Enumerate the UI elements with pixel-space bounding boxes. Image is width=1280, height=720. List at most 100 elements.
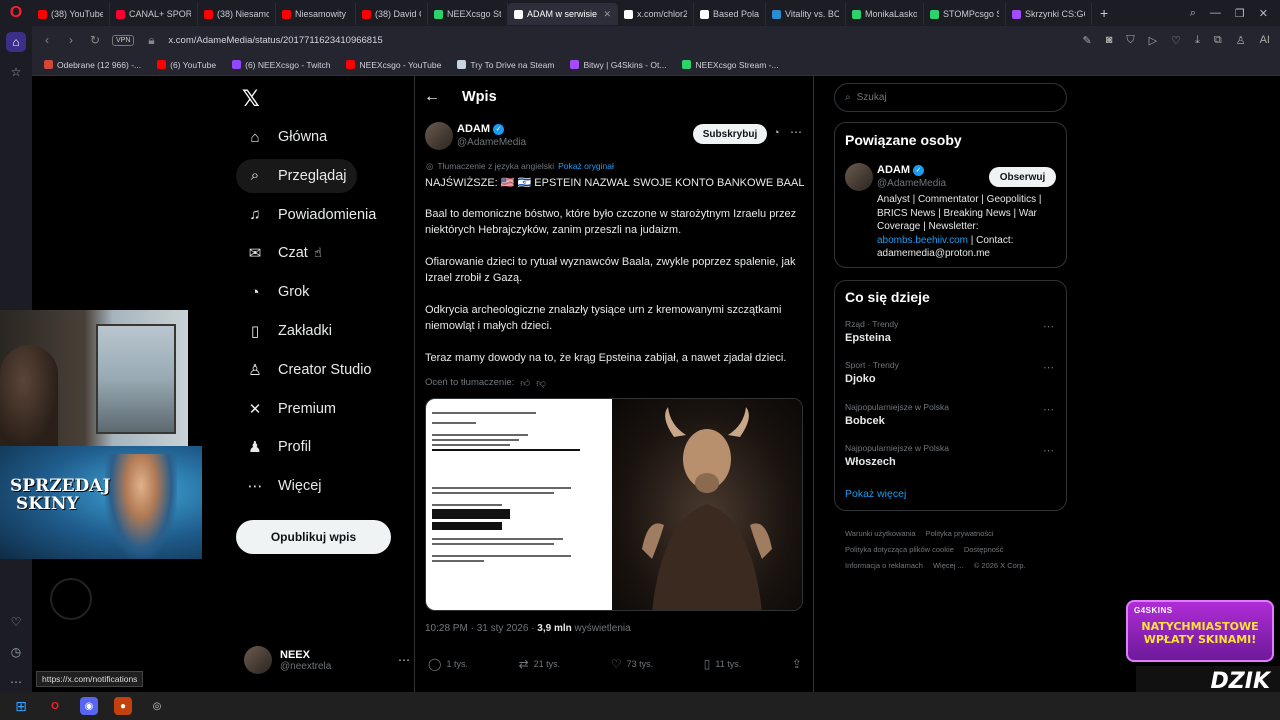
trend-name[interactable]: Włoszech [845,456,896,468]
like-button[interactable]: ♡ 73 tys. [611,657,653,671]
nav-item-bookmark[interactable]: ▯ Zakładki [236,314,342,348]
opera-taskbar-icon[interactable]: O [46,697,64,715]
bookmark-item[interactable]: Odebrane (12 966) -... [44,60,141,70]
trend-name[interactable]: Djoko [845,373,876,385]
related-avatar[interactable] [845,163,873,191]
more-icon[interactable]: ⋯ [398,653,410,667]
more-icon[interactable]: ⋯ [1043,320,1054,333]
nav-item-mail[interactable]: ✉ Czat [236,236,318,270]
more-icon[interactable]: ⋯ [1043,444,1054,457]
post-button[interactable]: Opublikuj wpis [236,520,391,554]
browser-tab[interactable]: (38) YouTube [32,3,110,25]
nav-item-more-circle[interactable]: ⋯ Więcej [236,469,332,503]
related-handle[interactable]: @AdameMedia [877,178,946,189]
shield-icon[interactable]: ⛉ [1126,34,1134,47]
nav-item-x-premium[interactable]: ✕ Premium [236,392,346,426]
nav-item-home[interactable]: ⌂ Główna [236,120,337,154]
play-icon[interactable]: ▷ [1149,34,1157,47]
home-icon[interactable]: ⌂ [6,32,26,52]
bookmark-item[interactable]: Try To Drive na Steam [457,60,554,70]
back-arrow-icon[interactable]: ← [424,88,440,106]
opera-logo-icon[interactable]: O [0,0,32,26]
footer-link[interactable]: Polityka prywatności [926,526,994,542]
footer-link[interactable]: Informacja o reklamach [845,558,923,574]
footer-link[interactable]: © 2026 X Corp. [974,558,1026,574]
reload-icon[interactable]: ↻ [88,33,102,47]
nav-item-bell[interactable]: ♫ Powiadomienia [236,198,386,232]
forward-icon[interactable]: › [64,33,78,47]
nav-item-creator[interactable]: ♙ Creator Studio [236,353,382,387]
more-options-icon[interactable]: ⋯ [790,125,802,139]
nav-item-person[interactable]: ♟ Profil [236,430,321,464]
author-avatar[interactable] [425,122,453,150]
more-icon[interactable]: ⋯ [1043,361,1054,374]
follow-button[interactable]: Obserwuj [989,167,1056,187]
edit-icon[interactable]: ✎ [1083,34,1092,47]
post-timestamp[interactable]: 10:28 PM · 31 sty 2026 · [425,623,535,634]
more-icon[interactable]: ⋯ [1043,403,1054,416]
account-switcher[interactable]: NEEX @neextrela ⋯ [244,640,410,680]
thumbs-up-icon[interactable]: 👍︎ [520,377,530,389]
browser-tab[interactable]: STOMPcsgo Stre [924,3,1006,25]
share-button[interactable]: ⇪ [792,657,802,671]
nav-item-grok[interactable]: ◔ Grok [236,275,319,309]
browser-tab[interactable]: Niesamowity pc [276,3,356,25]
footer-link[interactable]: Dostępność [964,542,1004,558]
thumbs-down-icon[interactable]: 👎︎ [536,377,546,389]
author-name[interactable]: ADAM ✓ [457,123,504,135]
close-window-button[interactable]: ✕ [1259,7,1268,20]
profile-icon[interactable]: ♙ [1236,34,1246,47]
minimize-button[interactable]: — [1210,7,1221,20]
footer-link[interactable]: Warunki użytkowania [845,526,916,542]
bio-link[interactable]: abombs.beehiiv.com [877,235,968,246]
show-original-link[interactable]: Pokaż oryginał [558,161,614,172]
browser-tab[interactable]: x.com/chlor215/ [618,3,694,25]
grok-icon[interactable]: ◔ [773,127,780,139]
search-tabs-icon[interactable]: ⌕ [1190,7,1196,20]
related-name[interactable]: ADAM ✓ [877,164,924,176]
star-icon[interactable]: ☆ [6,62,26,82]
browser-tab[interactable]: Skrzynki CS:GO/ [1006,3,1092,25]
windows-start-icon[interactable]: ⊞ [12,697,30,715]
download-icon[interactable]: ⤓ [1195,34,1200,47]
obs-icon[interactable]: ◎ [148,697,166,715]
back-icon[interactable]: ‹ [40,33,54,47]
ai-icon[interactable]: AI [1260,34,1270,47]
trend-name[interactable]: Epsteina [845,332,891,344]
browser-tab[interactable]: Vitality vs. BC.Ga [766,3,846,25]
browser-tab[interactable]: (38) David G [356,3,428,25]
footer-link[interactable]: Więcej ... [933,558,964,574]
bookmark-item[interactable]: NEEXcsgo - YouTube [346,60,441,70]
x-logo-icon[interactable]: 𝕏 [242,86,260,112]
browser-tab[interactable]: MonikaLaskowsk [846,3,924,25]
bookmark-item[interactable]: Bitwy | G4Skins - Ot... [570,60,666,70]
heart-icon[interactable]: ♡ [6,612,26,632]
footer-link[interactable]: Polityka dotycząca plików cookie [845,542,954,558]
subscribe-button[interactable]: Subskrybuj [693,124,767,144]
show-more-link[interactable]: Pokaż więcej [845,488,906,500]
heart-icon[interactable]: ♡ [1171,34,1181,47]
maximize-button[interactable]: ❐ [1235,7,1245,20]
browser-tab[interactable]: ADAM w serwisie X: „BREA ✕ [508,3,618,25]
close-tab-icon[interactable]: ✕ [603,9,611,20]
trend-name[interactable]: Bobcek [845,415,885,427]
extensions-icon[interactable]: ⧉ [1214,34,1222,47]
browser-tab[interactable]: NEEXcsgo Stream [428,3,508,25]
vpn-badge[interactable]: VPN [112,34,135,46]
author-handle[interactable]: @AdameMedia [457,137,526,148]
browser-tab[interactable]: CANAL+ SPORT [110,3,198,25]
bookmark-item[interactable]: NEEXcsgo Stream -... [682,60,779,70]
search-input[interactable]: ⌕ Szukaj [834,83,1067,112]
history-icon[interactable]: ◷ [6,642,26,662]
reply-button[interactable]: ◯ 1 tys. [428,657,468,671]
new-tab-button[interactable]: + [1092,5,1116,21]
more-icon[interactable]: ⋯ [6,672,26,692]
baal-figure-image[interactable] [612,399,802,610]
browser-tab[interactable]: Based Polan [694,3,766,25]
bookmark-item[interactable]: (6) NEEXcsgo - Twitch [232,60,330,70]
repost-button[interactable]: ⇄ 21 tys. [519,657,561,671]
bookmark-button[interactable]: ▯ 11 tys. [704,657,741,671]
url-field[interactable]: x.com/AdameMedia/status/2017711623410966… [168,35,382,46]
discord-icon[interactable]: ◉ [80,697,98,715]
bookmark-item[interactable]: (6) YouTube [157,60,216,70]
